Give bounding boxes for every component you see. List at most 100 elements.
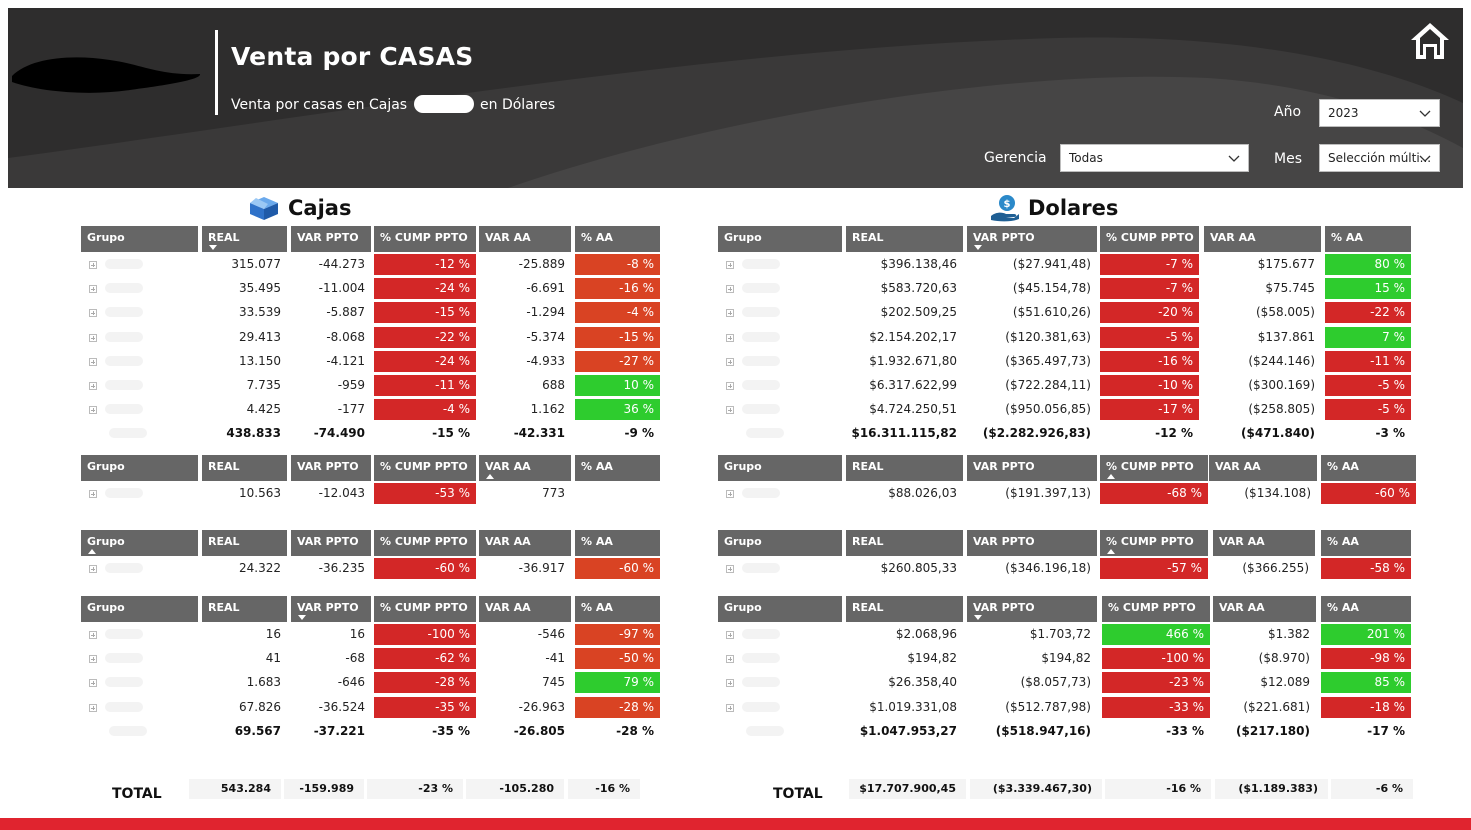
column-header-real[interactable]: REAL (202, 596, 287, 622)
expand-row-icon[interactable] (726, 261, 734, 269)
expand-row-icon[interactable] (89, 357, 97, 366)
expand-row-icon[interactable] (726, 357, 734, 366)
expand-row-icon[interactable] (89, 261, 97, 269)
column-header-cump-ppto[interactable]: % CUMP PPTO (374, 596, 476, 622)
expand-row-icon[interactable] (726, 631, 734, 639)
row-group-name[interactable] (718, 254, 842, 275)
column-header-var-ppto[interactable]: VAR PPTO (291, 530, 371, 556)
column-header-real[interactable]: REAL (202, 530, 287, 556)
column-header-real[interactable]: REAL (846, 455, 963, 481)
row-group-name[interactable] (81, 648, 198, 669)
column-header-var-ppto[interactable]: VAR PPTO (967, 596, 1097, 622)
column-header-grupo[interactable]: Grupo (81, 226, 198, 252)
home-icon[interactable] (1408, 20, 1452, 62)
column-header-real[interactable]: REAL (846, 530, 963, 556)
column-header-var-ppto[interactable]: VAR PPTO (291, 596, 371, 622)
column-header-aa[interactable]: % AA (575, 596, 660, 622)
column-header-aa[interactable]: % AA (1325, 226, 1411, 252)
row-group-name[interactable] (718, 302, 842, 323)
expand-row-icon[interactable] (726, 382, 734, 390)
expand-row-icon[interactable] (726, 333, 734, 342)
expand-row-icon[interactable] (726, 565, 734, 573)
column-header-var-ppto[interactable]: VAR PPTO (291, 226, 371, 252)
column-header-aa[interactable]: % AA (575, 530, 660, 556)
year-dropdown[interactable]: 2023 (1319, 99, 1440, 127)
column-header-real[interactable]: REAL (202, 226, 287, 252)
row-group-name[interactable] (81, 697, 198, 718)
column-header-var-aa[interactable]: VAR AA (479, 596, 571, 622)
expand-row-icon[interactable] (726, 285, 734, 294)
expand-row-icon[interactable] (89, 655, 97, 664)
column-header-real[interactable]: REAL (202, 455, 287, 481)
column-header-grupo[interactable]: Grupo (81, 455, 198, 481)
column-header-aa[interactable]: % AA (1321, 596, 1411, 622)
row-group-name[interactable] (81, 672, 198, 693)
column-header-grupo[interactable]: Grupo (718, 455, 842, 481)
gerencia-dropdown[interactable]: Todas (1060, 144, 1249, 172)
expand-row-icon[interactable] (89, 703, 97, 712)
column-header-cump-ppto[interactable]: % CUMP PPTO (374, 455, 476, 481)
expand-row-icon[interactable] (89, 382, 97, 390)
column-header-cump-ppto[interactable]: % CUMP PPTO (374, 530, 476, 556)
expand-row-icon[interactable] (726, 490, 734, 498)
row-group-name[interactable] (718, 375, 842, 396)
column-header-aa[interactable]: % AA (1321, 455, 1416, 481)
expand-row-icon[interactable] (89, 406, 97, 415)
column-header-cump-ppto[interactable]: % CUMP PPTO (1100, 226, 1199, 252)
row-group-name[interactable] (81, 483, 198, 504)
column-header-var-ppto[interactable]: VAR PPTO (967, 226, 1097, 252)
expand-row-icon[interactable] (89, 631, 97, 639)
column-header-real[interactable]: REAL (846, 226, 963, 252)
column-header-var-aa[interactable]: VAR AA (1213, 596, 1316, 622)
row-group-name[interactable] (718, 624, 842, 645)
column-header-aa[interactable]: % AA (575, 455, 660, 481)
row-group-name[interactable] (718, 558, 842, 579)
row-group-name[interactable] (81, 351, 198, 372)
row-group-name[interactable] (718, 327, 842, 348)
column-header-var-ppto[interactable]: VAR PPTO (967, 455, 1097, 481)
column-header-cump-ppto[interactable]: % CUMP PPTO (374, 226, 476, 252)
expand-row-icon[interactable] (89, 679, 97, 688)
row-group-name[interactable] (81, 302, 198, 323)
column-header-real[interactable]: REAL (846, 596, 963, 622)
row-group-name[interactable] (718, 672, 842, 693)
column-header-grupo[interactable]: Grupo (81, 596, 198, 622)
column-header-var-ppto[interactable]: VAR PPTO (967, 530, 1097, 556)
expand-row-icon[interactable] (726, 406, 734, 415)
row-group-name[interactable] (718, 351, 842, 372)
expand-row-icon[interactable] (89, 309, 97, 318)
expand-row-icon[interactable] (726, 679, 734, 688)
expand-row-icon[interactable] (726, 655, 734, 664)
column-header-cump-ppto[interactable]: % CUMP PPTO (1100, 530, 1208, 556)
expand-row-icon[interactable] (726, 703, 734, 712)
column-header-cump-ppto[interactable]: % CUMP PPTO (1100, 455, 1208, 481)
column-header-grupo[interactable]: Grupo (718, 596, 842, 622)
row-group-name[interactable] (718, 483, 842, 504)
row-group-name[interactable] (81, 399, 198, 420)
column-header-var-aa[interactable]: VAR AA (479, 226, 571, 252)
row-group-name[interactable] (718, 399, 842, 420)
mes-dropdown[interactable]: Selección múlti... (1319, 144, 1440, 172)
expand-row-icon[interactable] (89, 565, 97, 573)
column-header-grupo[interactable]: Grupo (718, 226, 842, 252)
row-group-name[interactable] (81, 278, 198, 299)
row-group-name[interactable] (718, 278, 842, 299)
row-group-name[interactable] (81, 327, 198, 348)
expand-row-icon[interactable] (726, 309, 734, 318)
row-group-name[interactable] (718, 648, 842, 669)
column-header-var-ppto[interactable]: VAR PPTO (291, 455, 371, 481)
row-group-name[interactable] (81, 558, 198, 579)
column-header-grupo[interactable]: Grupo (81, 530, 198, 556)
row-group-name[interactable] (81, 375, 198, 396)
expand-row-icon[interactable] (89, 490, 97, 498)
column-header-cump-ppto[interactable]: % CUMP PPTO (1102, 596, 1210, 622)
column-header-var-aa[interactable]: VAR AA (1213, 530, 1315, 556)
expand-row-icon[interactable] (89, 333, 97, 342)
column-header-aa[interactable]: % AA (1321, 530, 1411, 556)
row-group-name[interactable] (718, 697, 842, 718)
row-group-name[interactable] (81, 254, 198, 275)
column-header-aa[interactable]: % AA (575, 226, 660, 252)
column-header-var-aa[interactable]: VAR AA (1204, 226, 1321, 252)
column-header-var-aa[interactable]: VAR AA (479, 455, 571, 481)
expand-row-icon[interactable] (89, 285, 97, 294)
